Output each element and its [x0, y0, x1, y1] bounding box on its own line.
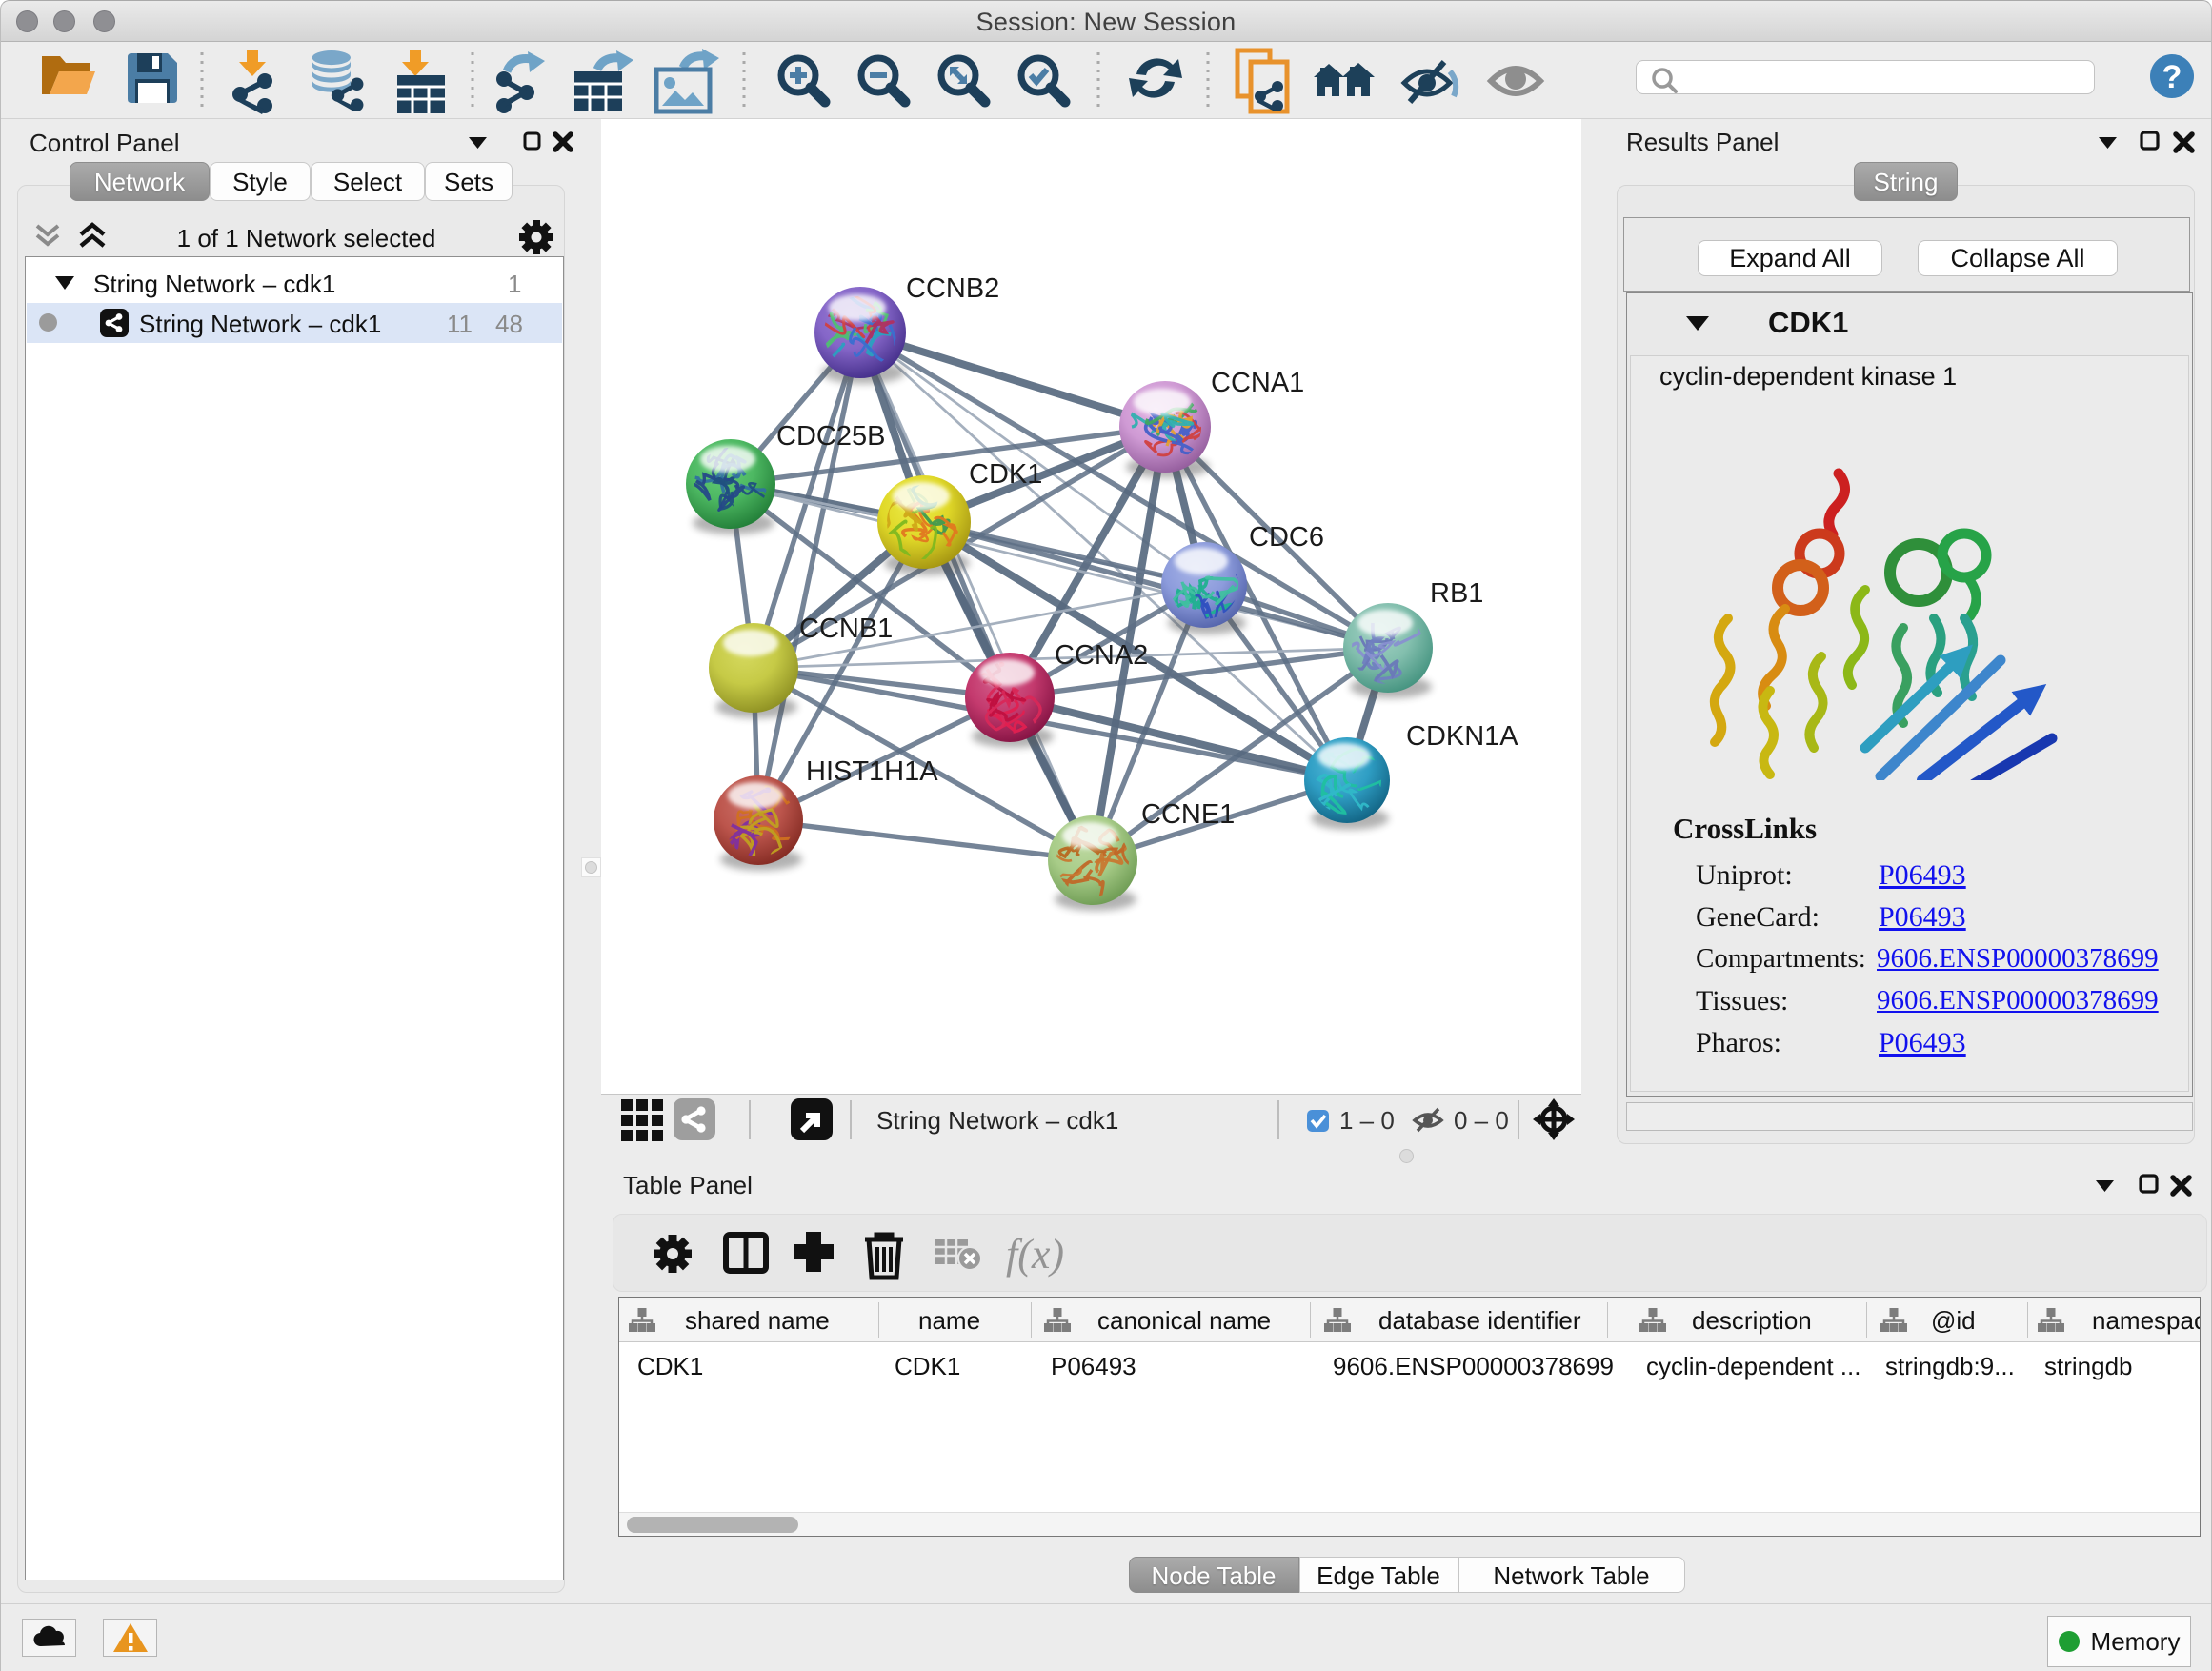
- svg-text:CDC25B: CDC25B: [776, 421, 885, 452]
- svg-text:CCNA2: CCNA2: [1055, 640, 1148, 671]
- svg-text:String Network – cdk1: String Network – cdk1: [876, 1106, 1118, 1135]
- svg-text:CCNE1: CCNE1: [1141, 799, 1235, 830]
- svg-text:?: ?: [2162, 59, 2182, 95]
- svg-text:HIST1H1A: HIST1H1A: [806, 756, 938, 787]
- svg-text:0 – 0: 0 – 0: [1454, 1106, 1509, 1135]
- svg-text:RB1: RB1: [1430, 578, 1483, 609]
- svg-text:CDK1: CDK1: [969, 459, 1042, 490]
- svg-text:CCNA1: CCNA1: [1211, 368, 1304, 398]
- svg-text:CCNB1: CCNB1: [799, 614, 893, 644]
- svg-text:1 – 0: 1 – 0: [1339, 1106, 1395, 1135]
- svg-text:CDKN1A: CDKN1A: [1406, 721, 1518, 752]
- svg-text:CDC6: CDC6: [1249, 522, 1324, 553]
- svg-text:CCNB2: CCNB2: [906, 273, 999, 304]
- svg-text:f(x): f(x): [1006, 1231, 1064, 1278]
